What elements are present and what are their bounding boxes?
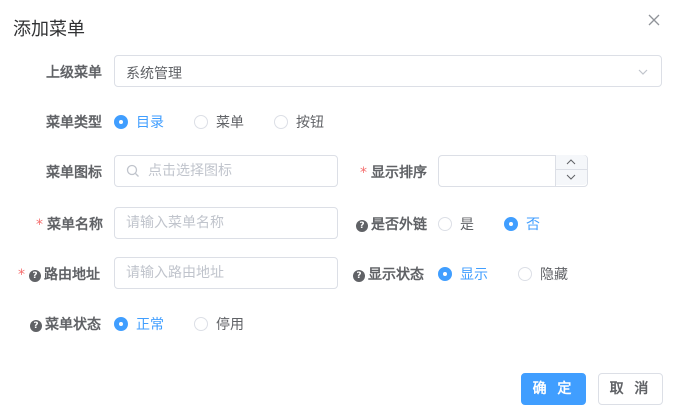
radio-dot xyxy=(518,267,532,281)
route-path-label-text: 路由地址 xyxy=(44,267,100,283)
chevron-down-icon xyxy=(566,174,576,180)
question-circle-icon[interactable]: ? xyxy=(29,270,41,282)
sort-order-stepper xyxy=(555,155,587,186)
parent-menu-label: 上级菜单 xyxy=(46,65,102,81)
close-icon xyxy=(648,14,660,26)
visible-label: ? 显示状态 xyxy=(353,264,424,284)
increase-button[interactable] xyxy=(556,155,587,170)
radio-label: 是 xyxy=(460,217,474,233)
radio-dot xyxy=(114,115,128,129)
menu-icon-input[interactable] xyxy=(115,156,337,186)
radio-label: 显示 xyxy=(460,267,488,283)
radio-label: 菜单 xyxy=(216,115,244,131)
menu-name-field[interactable] xyxy=(114,207,338,239)
dialog-title: 添加菜单 xyxy=(13,19,85,40)
sort-order-label-text: 显示排序 xyxy=(371,165,427,181)
radio-label: 目录 xyxy=(136,115,164,131)
menu-name-label: * 菜单名称 xyxy=(36,214,103,234)
route-path-input[interactable] xyxy=(115,258,337,288)
menu-icon-field[interactable] xyxy=(114,155,338,187)
menu-name-input[interactable] xyxy=(115,208,337,238)
search-icon xyxy=(126,164,139,177)
required-mark: * xyxy=(36,217,43,233)
decrease-button[interactable] xyxy=(556,170,587,185)
add-menu-dialog: 添加菜单 上级菜单 系统管理 菜单类型 目录 菜单 按钮 菜单图标 *显示排序 xyxy=(0,0,678,419)
parent-menu-select[interactable]: 系统管理 xyxy=(114,55,662,87)
confirm-button[interactable]: 确 定 xyxy=(521,373,586,405)
cancel-button[interactable]: 取 消 xyxy=(598,373,663,405)
visible-radio-show[interactable]: 显示 xyxy=(438,264,488,284)
radio-dot xyxy=(194,115,208,129)
radio-label: 隐藏 xyxy=(540,267,568,283)
radio-label: 正常 xyxy=(136,317,164,333)
route-path-field[interactable] xyxy=(114,257,338,289)
chevron-up-icon xyxy=(566,159,576,165)
visible-radio-hide[interactable]: 隐藏 xyxy=(518,264,568,284)
radio-dot xyxy=(274,115,288,129)
radio-dot xyxy=(114,317,128,331)
route-path-label: *? 路由地址 xyxy=(18,264,100,284)
parent-menu-value: 系统管理 xyxy=(126,66,182,82)
menu-type-radio-directory[interactable]: 目录 xyxy=(114,112,164,132)
radio-dot xyxy=(504,217,518,231)
is-external-label: ? 是否外链 xyxy=(356,214,427,234)
chevron-down-icon xyxy=(638,69,648,75)
radio-label: 停用 xyxy=(216,317,244,333)
question-circle-icon[interactable]: ? xyxy=(356,220,368,232)
menu-status-radio-normal[interactable]: 正常 xyxy=(114,314,164,334)
menu-status-label: ? 菜单状态 xyxy=(30,314,101,334)
menu-status-label-text: 菜单状态 xyxy=(45,317,101,333)
radio-dot xyxy=(438,267,452,281)
is-external-radio-no[interactable]: 否 xyxy=(504,214,540,234)
radio-dot xyxy=(194,317,208,331)
required-mark: * xyxy=(360,165,367,181)
radio-label: 否 xyxy=(526,217,540,233)
radio-dot xyxy=(438,217,452,231)
sort-order-label: * 显示排序 xyxy=(360,162,427,182)
required-mark: * xyxy=(18,267,25,283)
question-circle-icon[interactable]: ? xyxy=(30,320,42,332)
menu-type-label: 菜单类型 xyxy=(46,115,102,131)
menu-icon-label: 菜单图标 xyxy=(46,165,102,181)
menu-type-radio-button[interactable]: 按钮 xyxy=(274,112,324,132)
radio-label: 按钮 xyxy=(296,115,324,131)
menu-name-label-text: 菜单名称 xyxy=(47,217,103,233)
sort-order-input[interactable] xyxy=(439,156,555,186)
question-circle-icon[interactable]: ? xyxy=(353,270,365,282)
menu-type-radio-menu[interactable]: 菜单 xyxy=(194,112,244,132)
close-button[interactable] xyxy=(644,10,664,30)
visible-label-text: 显示状态 xyxy=(368,267,424,283)
is-external-label-text: 是否外链 xyxy=(371,217,427,233)
menu-status-radio-disabled[interactable]: 停用 xyxy=(194,314,244,334)
is-external-radio-yes[interactable]: 是 xyxy=(438,214,474,234)
